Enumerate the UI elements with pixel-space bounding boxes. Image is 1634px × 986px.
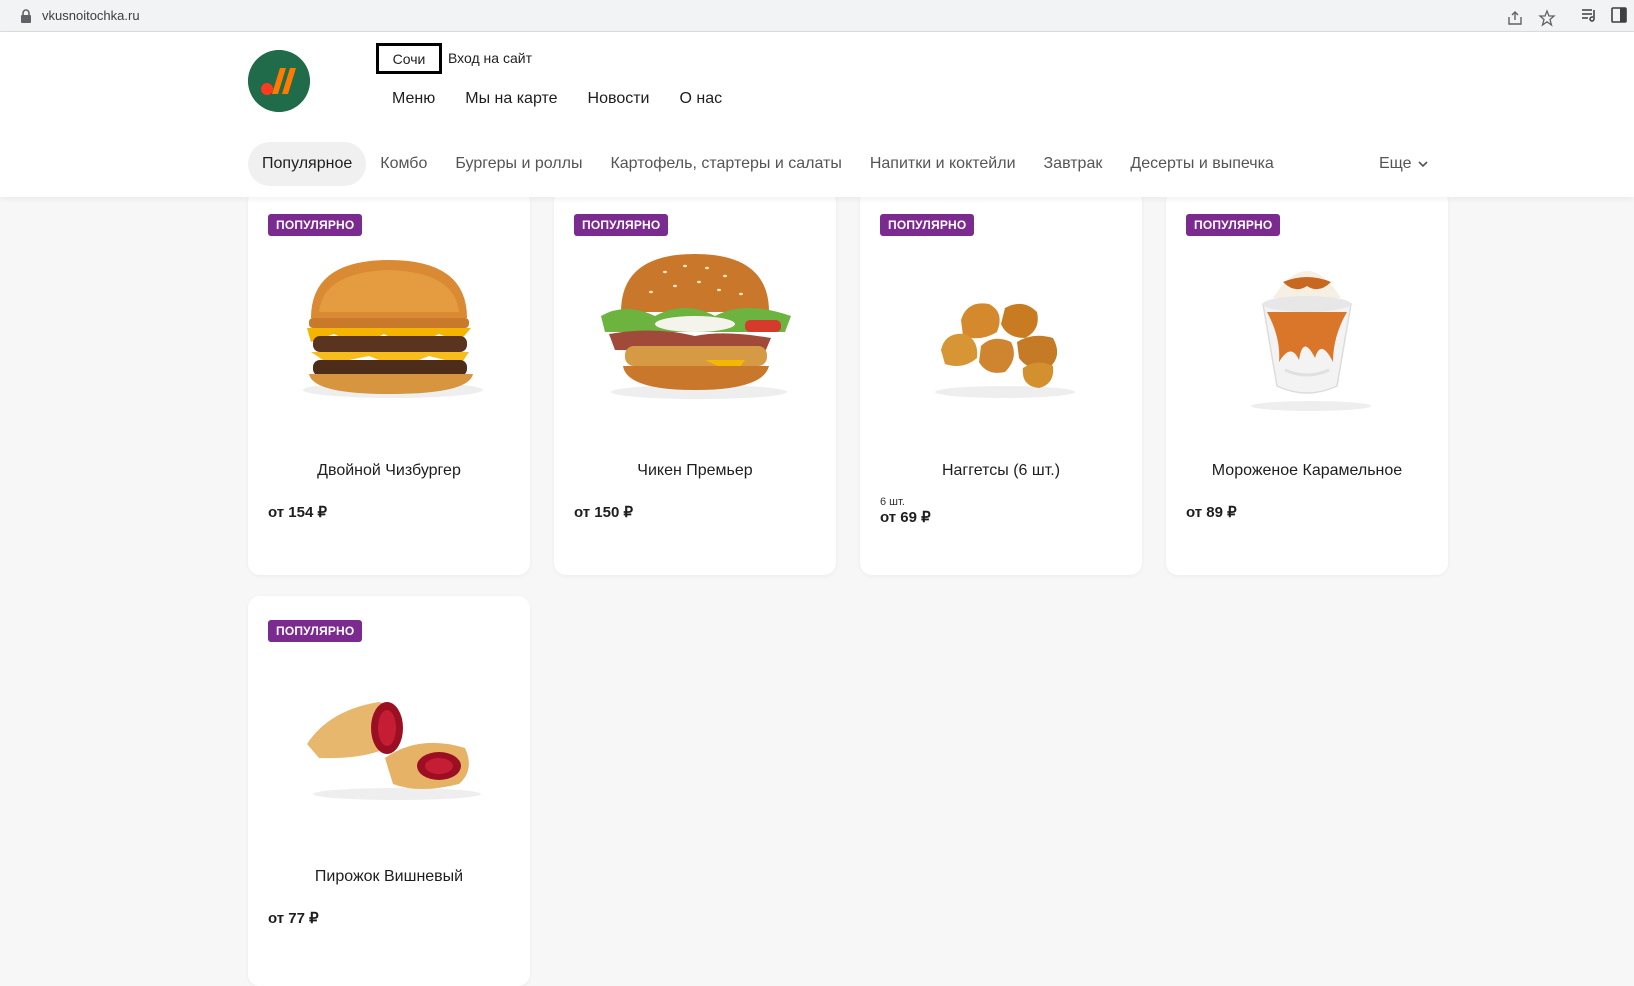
- tab-fries-starters[interactable]: Картофель, стартеры и салаты: [596, 142, 855, 186]
- product-price: от 89 ₽: [1186, 504, 1237, 521]
- address-bar[interactable]: vkusnoitochka.ru: [4, 3, 1566, 28]
- browser-toolbar: vkusnoitochka.ru: [0, 0, 1634, 32]
- site-header: Сочи Вход на сайт Меню Мы на карте Новос…: [0, 32, 1634, 197]
- tab-combo[interactable]: Комбо: [366, 142, 441, 186]
- chicken-premier-image: [601, 254, 791, 399]
- product-card-double-cheeseburger[interactable]: ПОПУЛЯРНО Двойной Чизбургер от 154 ₽: [248, 190, 530, 575]
- nav-item-map[interactable]: Мы на карте: [465, 90, 557, 108]
- price-block: 6 шт. от 69 ₽: [880, 496, 931, 526]
- popular-badge: ПОПУЛЯРНО: [268, 620, 363, 642]
- product-card-nuggets[interactable]: ПОПУЛЯРНО Наггетсы (6 шт.) 6 шт. от 69 ₽: [860, 190, 1142, 575]
- more-categories-button[interactable]: Еще: [1379, 142, 1428, 186]
- double-cheeseburger-image: [303, 260, 483, 398]
- popular-badge: ПОПУЛЯРНО: [880, 214, 975, 236]
- product-name: Мороженое Карамельное: [1211, 462, 1403, 479]
- tab-burgers[interactable]: Бургеры и роллы: [441, 142, 596, 186]
- more-label: Еще: [1379, 155, 1412, 172]
- side-panel-icon[interactable]: [1610, 6, 1628, 24]
- reading-list-icon[interactable]: [1580, 6, 1598, 24]
- nav-item-menu[interactable]: Меню: [392, 90, 435, 108]
- brand-logo[interactable]: [248, 50, 310, 112]
- main-nav: Меню Мы на карте Новости О нас: [392, 90, 722, 108]
- product-price: от 150 ₽: [574, 504, 634, 521]
- cherry-pie-image: [307, 702, 481, 800]
- tab-drinks[interactable]: Напитки и коктейли: [856, 142, 1030, 186]
- nuggets-image: [935, 303, 1075, 398]
- bookmark-star-icon[interactable]: [1538, 9, 1556, 27]
- nav-item-news[interactable]: Новости: [588, 90, 650, 108]
- tab-breakfast[interactable]: Завтрак: [1030, 142, 1117, 186]
- tab-popular[interactable]: Популярное: [248, 142, 367, 186]
- price-block: от 77 ₽: [268, 909, 319, 927]
- chevron-down-icon: [1417, 161, 1428, 168]
- caramel-sundae-image: [1251, 271, 1371, 411]
- portion-size: 6 шт.: [880, 496, 905, 508]
- price-block: от 89 ₽: [1186, 503, 1237, 521]
- price-block: от 150 ₽: [574, 503, 633, 521]
- product-name: Наггетсы (6 шт.): [941, 462, 1061, 479]
- login-link[interactable]: Вход на сайт: [448, 50, 532, 66]
- price-block: от 154 ₽: [268, 503, 327, 521]
- url-text: vkusnoitochka.ru: [42, 8, 140, 23]
- share-icon[interactable]: [1506, 9, 1524, 27]
- product-price: от 154 ₽: [268, 504, 328, 521]
- product-name: Пирожок Вишневый: [314, 868, 464, 885]
- category-tabs: Популярное Комбо Бургеры и роллы Картофе…: [248, 142, 1288, 186]
- tab-desserts[interactable]: Десерты и выпечка: [1116, 142, 1287, 186]
- product-card-caramel-sundae[interactable]: ПОПУЛЯРНО Мороженое Карамельное от 89 ₽: [1166, 190, 1448, 575]
- lock-icon: [21, 9, 31, 23]
- popular-badge: ПОПУЛЯРНО: [1186, 214, 1281, 236]
- popular-badge: ПОПУЛЯРНО: [268, 214, 363, 236]
- product-name: Двойной Чизбургер: [317, 462, 461, 479]
- product-price: от 69 ₽: [880, 509, 931, 526]
- product-price: от 77 ₽: [268, 910, 319, 927]
- city-selector-button[interactable]: Сочи: [376, 43, 442, 74]
- product-card-chicken-premier[interactable]: ПОПУЛЯРНО Чикен Премьер от 150 ₽: [554, 190, 836, 575]
- nav-item-about[interactable]: О нас: [679, 90, 722, 108]
- product-name: Чикен Премьер: [637, 462, 753, 479]
- popular-badge: ПОПУЛЯРНО: [574, 214, 669, 236]
- product-card-cherry-pie[interactable]: ПОПУЛЯРНО Пирожок Вишневый от 77 ₽: [248, 596, 530, 986]
